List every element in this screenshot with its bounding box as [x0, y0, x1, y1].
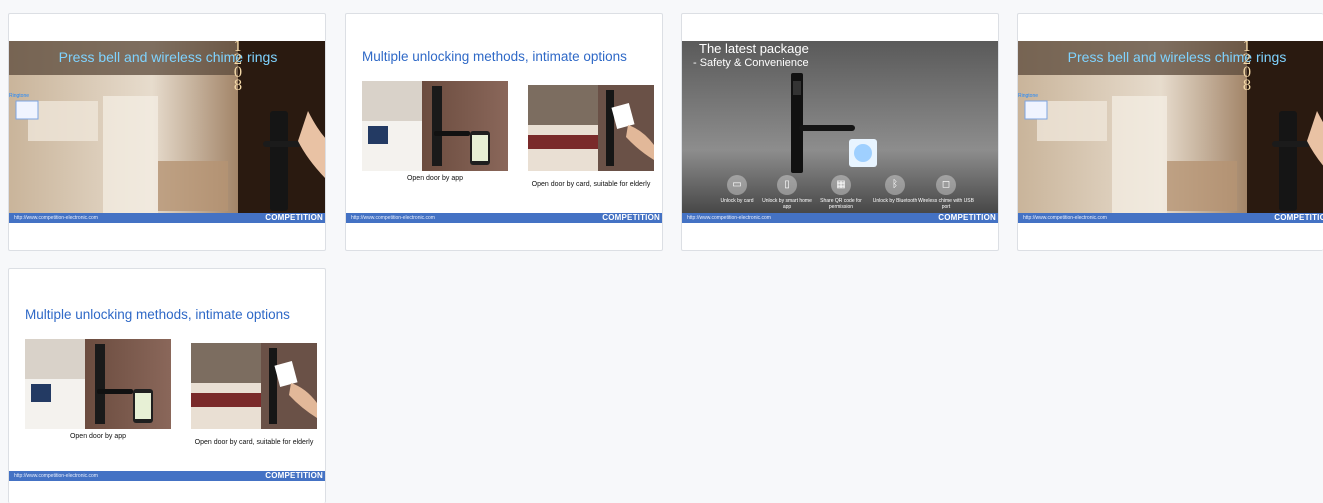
footer-brand: COMPETITION: [938, 213, 996, 222]
feature-bluetooth: ᛒ Unlock by Bluetooth: [867, 175, 923, 204]
caption-app: Open door by app: [406, 175, 464, 182]
ringtone-label: Ringtone: [1018, 93, 1039, 99]
footer-url: http://www.competition-electronic.com: [1023, 215, 1107, 221]
slide-thumbnail-4[interactable]: Press bell and wireless chime rings 1 2 …: [1017, 13, 1323, 251]
feature-qr: ▦ Share QR code for permission: [813, 175, 869, 210]
slide-thumbnail-1[interactable]: Press bell and wireless chime rings 1 2 …: [8, 13, 326, 251]
slide-5-canvas: Multiple unlocking methods, intimate opt…: [9, 299, 325, 481]
door-digit: 8: [233, 78, 243, 94]
card-unlock-photo: [528, 85, 654, 171]
footer-url: http://www.competition-electronic.com: [14, 473, 98, 479]
caption-app: Open door by app: [69, 433, 127, 440]
feature-app: ▯ Unlock by smart home app: [759, 175, 815, 210]
caption-card: Open door by card, suitable for elderly: [194, 439, 314, 446]
slide-thumbnail-3[interactable]: The latest package - Safety & Convenienc…: [681, 13, 999, 251]
feature-label: Unlock by Bluetooth: [872, 198, 918, 204]
slide-footer: http://www.competition-electronic.com CO…: [346, 213, 662, 223]
footer-url: http://www.competition-electronic.com: [687, 215, 771, 221]
qr-code-icon: ▦: [831, 175, 851, 195]
feature-card: ▭ Unlock by card: [709, 175, 765, 204]
feature-chime: ◻ Wireless chime with USB port: [918, 175, 974, 210]
footer-url: http://www.competition-electronic.com: [14, 215, 98, 221]
door-number: 1 2 0 8: [230, 41, 246, 93]
feature-label: Unlock by smart home app: [762, 198, 812, 210]
slide-footer: http://www.competition-electronic.com CO…: [1018, 213, 1323, 223]
chime-icon: ◻: [936, 175, 956, 195]
slide-4-canvas: Press bell and wireless chime rings 1 2 …: [1018, 41, 1323, 223]
bluetooth-icon: ᛒ: [885, 175, 905, 195]
slide-1-canvas: Press bell and wireless chime rings 1 2 …: [9, 41, 325, 223]
slide-title: Press bell and wireless chime rings: [1067, 49, 1287, 65]
slide-title: The latest package: [699, 41, 809, 56]
ringtone-label: Ringtone: [9, 93, 30, 99]
slide-title: Multiple unlocking methods, intimate opt…: [25, 307, 290, 322]
door-number: 1 2 0 8: [1239, 41, 1255, 93]
slide-3-canvas: The latest package - Safety & Convenienc…: [682, 41, 998, 223]
footer-url: http://www.competition-electronic.com: [351, 215, 435, 221]
card-icon: ▭: [727, 175, 747, 195]
door-digit: 8: [1242, 78, 1252, 94]
slide-footer: http://www.competition-electronic.com CO…: [9, 213, 325, 223]
app-unlock-photo: [25, 339, 171, 429]
caption-card: Open door by card, suitable for elderly: [531, 181, 651, 188]
footer-brand: COMPETITION: [602, 213, 660, 222]
app-unlock-photo: [362, 81, 508, 171]
feature-label: Wireless chime with USB port: [918, 198, 974, 210]
slide-thumbnail-2[interactable]: Multiple unlocking methods, intimate opt…: [345, 13, 663, 251]
footer-brand: COMPETITION: [1274, 213, 1323, 222]
footer-brand: COMPETITION: [265, 471, 323, 480]
slide-title: Multiple unlocking methods, intimate opt…: [362, 49, 627, 64]
slide-2-canvas: Multiple unlocking methods, intimate opt…: [346, 41, 662, 223]
card-unlock-photo: [191, 343, 317, 429]
slide-footer: http://www.competition-electronic.com CO…: [682, 213, 998, 223]
hotel-room-photo: [1018, 41, 1323, 223]
slide-subtitle: - Safety & Convenience: [693, 57, 809, 69]
phone-app-icon: ▯: [777, 175, 797, 195]
slide-thumbnail-5[interactable]: Multiple unlocking methods, intimate opt…: [8, 268, 326, 503]
slide-footer: http://www.competition-electronic.com CO…: [9, 471, 325, 481]
feature-label: Share QR code for permission: [820, 198, 862, 210]
footer-brand: COMPETITION: [265, 213, 323, 222]
feature-label: Unlock by card: [720, 198, 754, 204]
slide-title: Press bell and wireless chime rings: [58, 49, 278, 65]
hotel-room-photo: [9, 41, 325, 223]
